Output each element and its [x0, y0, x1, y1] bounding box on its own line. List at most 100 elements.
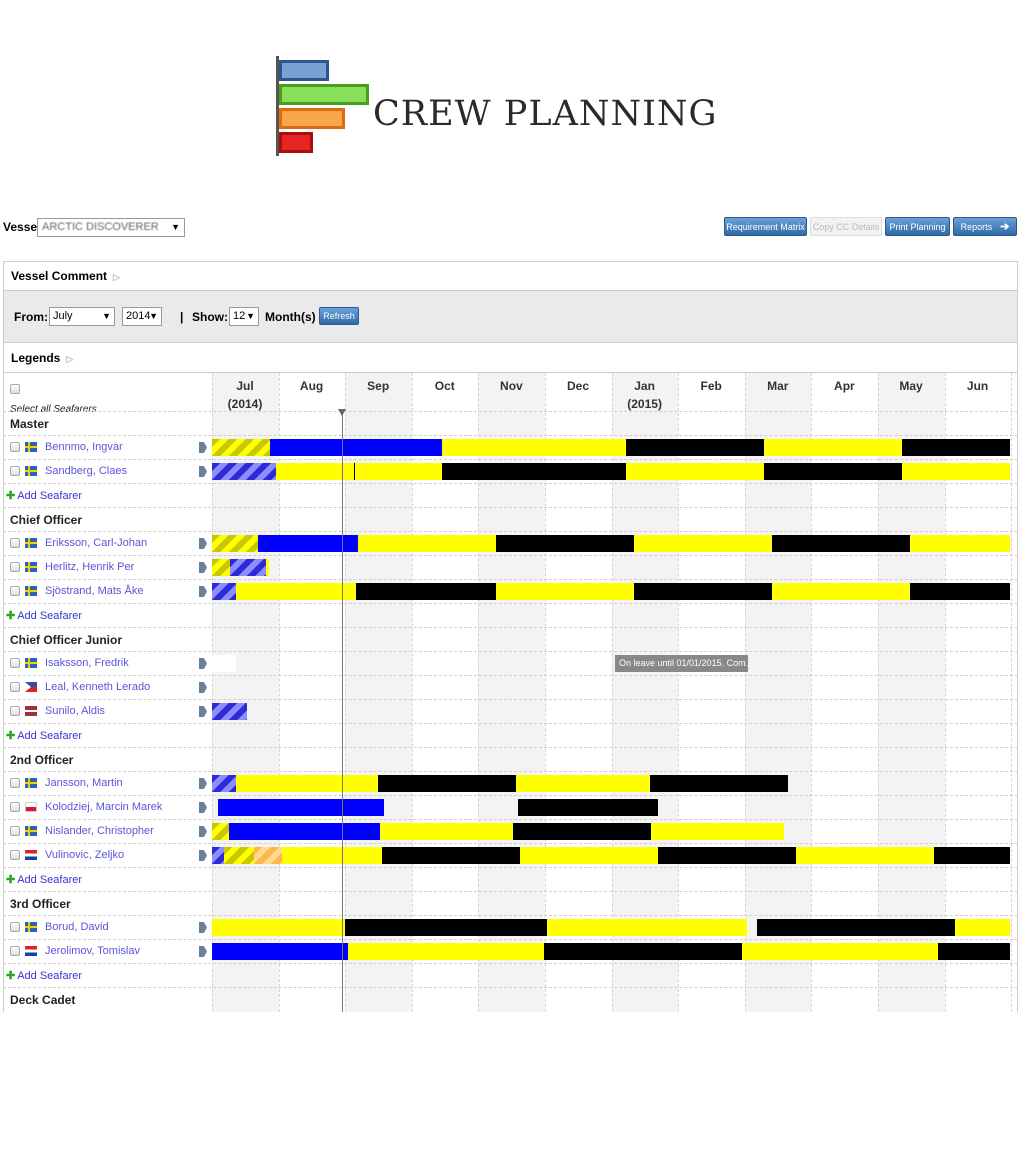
assignment-bar[interactable] — [345, 919, 547, 936]
assignment-bar[interactable] — [218, 799, 384, 816]
tag-icon[interactable] — [199, 658, 207, 669]
tag-icon[interactable] — [199, 682, 207, 693]
assignment-bar[interactable] — [902, 463, 1010, 480]
seafarer-name-link[interactable]: Nislander, Christopher — [45, 825, 154, 837]
assignment-bar[interactable] — [212, 823, 229, 840]
assignment-bar[interactable] — [380, 823, 513, 840]
add-seafarer-link[interactable]: ✚ Add Seafarer — [6, 969, 82, 982]
seafarer-checkbox[interactable] — [10, 682, 20, 692]
assignment-bar[interactable] — [658, 847, 796, 864]
assignment-bar[interactable] — [348, 943, 544, 960]
assignment-bar[interactable] — [910, 583, 1010, 600]
assignment-bar[interactable] — [934, 847, 1010, 864]
assignment-bar[interactable] — [356, 583, 496, 600]
tag-icon[interactable] — [199, 850, 207, 861]
assignment-bar[interactable] — [742, 943, 938, 960]
assignment-bar[interactable] — [634, 535, 772, 552]
assignment-bar[interactable] — [764, 463, 902, 480]
show-months-select[interactable]: 12 ▼ — [229, 307, 259, 326]
copy-cc-details-button[interactable]: Copy CC Details — [810, 217, 882, 236]
assignment-bar[interactable] — [764, 439, 902, 456]
vessel-select[interactable]: ARCTIC DISCOVERER ▼ — [37, 218, 185, 237]
seafarer-name-link[interactable]: Jerolimov, Tomislav — [45, 945, 140, 957]
legends-toggle[interactable]: Legends ▷ — [4, 343, 1017, 373]
assignment-bar[interactable] — [772, 583, 910, 600]
assignment-bar[interactable] — [254, 847, 282, 864]
assignment-bar[interactable] — [651, 823, 784, 840]
tag-icon[interactable] — [199, 442, 207, 453]
assignment-bar[interactable] — [496, 535, 634, 552]
assignment-bar[interactable] — [236, 775, 378, 792]
seafarer-checkbox[interactable] — [10, 802, 20, 812]
seafarer-name-link[interactable]: Sunilo, Aldis — [45, 705, 105, 717]
tag-icon[interactable] — [199, 922, 207, 933]
tag-icon[interactable] — [199, 466, 207, 477]
refresh-button[interactable]: Refresh — [319, 307, 359, 325]
assignment-bar[interactable] — [230, 559, 266, 576]
seafarer-checkbox[interactable] — [10, 538, 20, 548]
assignment-bar[interactable] — [236, 583, 356, 600]
seafarer-name-link[interactable]: Herlitz, Henrik Per — [45, 561, 134, 573]
assignment-bar[interactable] — [544, 943, 742, 960]
assignment-bar[interactable] — [650, 775, 788, 792]
seafarer-checkbox[interactable] — [10, 850, 20, 860]
assignment-bar[interactable] — [212, 943, 348, 960]
assignment-bar[interactable] — [229, 823, 380, 840]
assignment-bar[interactable] — [212, 775, 236, 792]
seafarer-checkbox[interactable] — [10, 562, 20, 572]
seafarer-name-link[interactable]: Isaksson, Fredrik — [45, 657, 129, 669]
from-month-select[interactable]: July ▼ — [49, 307, 115, 326]
assignment-bar[interactable] — [212, 919, 345, 936]
tag-icon[interactable] — [199, 802, 207, 813]
assignment-bar[interactable] — [212, 463, 276, 480]
tag-icon[interactable] — [199, 826, 207, 837]
assignment-bar[interactable] — [516, 775, 650, 792]
assignment-bar[interactable] — [442, 439, 626, 456]
assignment-bar[interactable] — [212, 439, 270, 456]
tag-icon[interactable] — [199, 538, 207, 549]
seafarer-checkbox[interactable] — [10, 706, 20, 716]
add-seafarer-link[interactable]: ✚ Add Seafarer — [6, 489, 82, 502]
seafarer-checkbox[interactable] — [10, 922, 20, 932]
print-planning-button[interactable]: Print Planning — [885, 217, 950, 236]
assignment-bar[interactable] — [518, 799, 658, 816]
seafarer-checkbox[interactable] — [10, 442, 20, 452]
seafarer-checkbox[interactable] — [10, 946, 20, 956]
seafarer-name-link[interactable]: Eriksson, Carl-Johan — [45, 537, 147, 549]
assignment-bar[interactable] — [355, 463, 442, 480]
assignment-bar[interactable] — [282, 847, 382, 864]
add-seafarer-link[interactable]: ✚ Add Seafarer — [6, 873, 82, 886]
assignment-bar[interactable] — [902, 439, 1010, 456]
assignment-bar[interactable] — [626, 463, 764, 480]
assignment-bar[interactable] — [212, 535, 258, 552]
from-year-select[interactable]: 2014 ▼ — [122, 307, 162, 326]
reports-button[interactable]: Reports ➔ — [953, 217, 1017, 236]
seafarer-checkbox[interactable] — [10, 658, 20, 668]
assignment-bar[interactable] — [382, 847, 520, 864]
add-seafarer-link[interactable]: ✚ Add Seafarer — [6, 609, 82, 622]
assignment-bar[interactable] — [212, 559, 230, 576]
assignment-bar[interactable] — [955, 919, 1010, 936]
assignment-bar[interactable] — [358, 535, 496, 552]
assignment-bar[interactable] — [224, 847, 254, 864]
assignment-bar[interactable] — [378, 775, 516, 792]
seafarer-name-link[interactable]: Sandberg, Claes — [45, 465, 127, 477]
assignment-bar[interactable] — [634, 583, 772, 600]
requirement-matrix-button[interactable]: Requirement Matrix — [724, 217, 807, 236]
assignment-bar[interactable] — [212, 583, 236, 600]
assignment-bar[interactable] — [626, 439, 764, 456]
assignment-bar[interactable] — [212, 655, 236, 672]
seafarer-name-link[interactable]: Jansson, Martin — [45, 777, 123, 789]
assignment-bar[interactable] — [496, 583, 634, 600]
assignment-bar[interactable] — [910, 535, 1010, 552]
seafarer-name-link[interactable]: Bennmo, Ingvar — [45, 441, 123, 453]
seafarer-name-link[interactable]: Kolodziej, Marcin Marek — [45, 801, 162, 813]
assignment-bar[interactable] — [938, 943, 1010, 960]
assignment-bar[interactable] — [520, 847, 658, 864]
add-seafarer-link[interactable]: ✚ Add Seafarer — [6, 729, 82, 742]
tag-icon[interactable] — [199, 562, 207, 573]
seafarer-name-link[interactable]: Vulinovic, Zeljko — [45, 849, 124, 861]
today-marker[interactable] — [342, 411, 343, 1012]
seafarer-checkbox[interactable] — [10, 826, 20, 836]
assignment-bar[interactable] — [270, 439, 442, 456]
